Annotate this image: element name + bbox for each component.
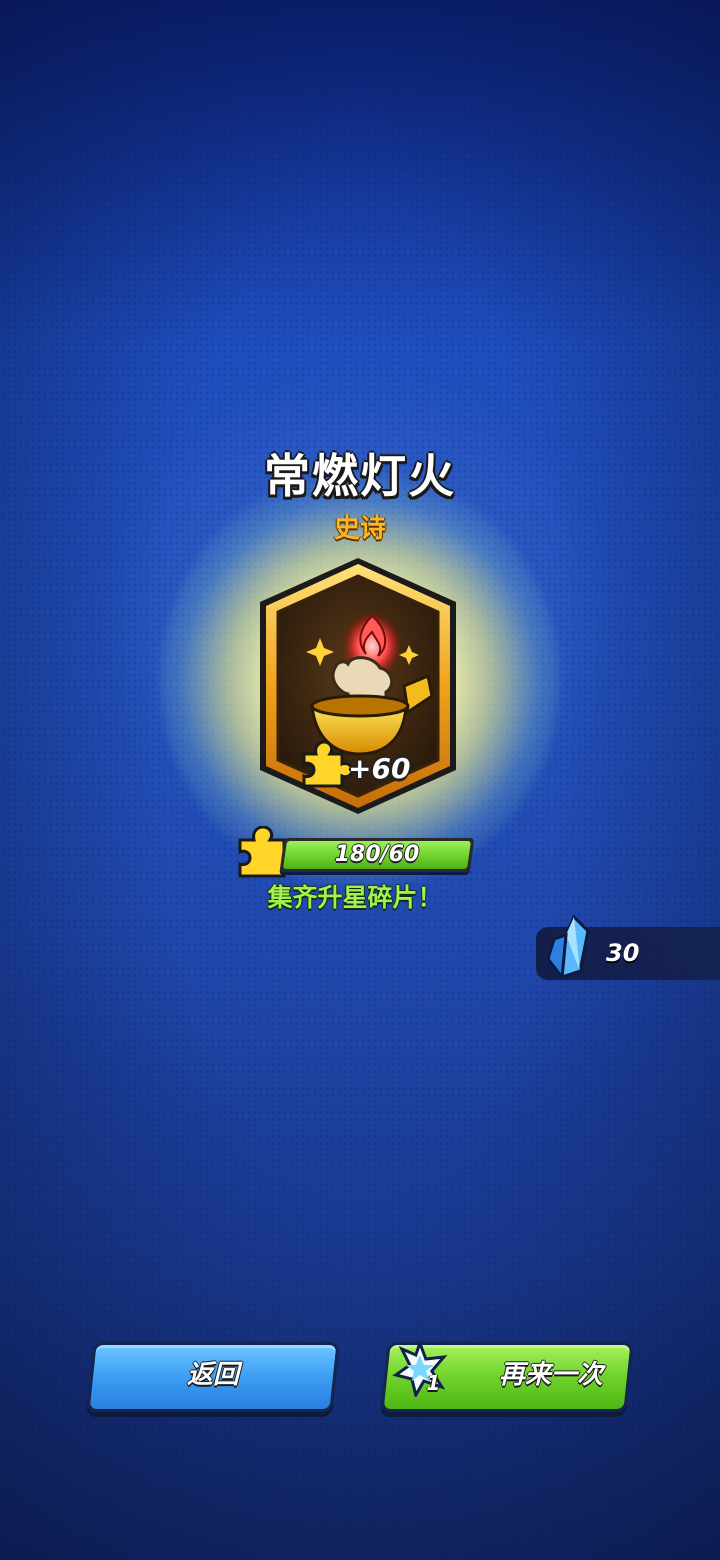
- back-button-label: 返回: [186, 1360, 239, 1390]
- crystal-balance: 30: [536, 915, 720, 980]
- shard-gain-amount: +60: [348, 752, 411, 785]
- crystal-count: 30: [606, 939, 640, 967]
- progress-text: 180/60: [334, 842, 420, 867]
- rarity-label: 史诗: [333, 514, 386, 544]
- collect-hint: 集齐升星碎片！: [267, 883, 443, 912]
- draw-cost: 1: [426, 1371, 441, 1395]
- draw-again-button[interactable]: 1 再来一次: [380, 1341, 634, 1412]
- back-button[interactable]: 返回: [86, 1342, 340, 1412]
- shard-progress-bar: 180/60: [279, 838, 475, 872]
- draw-again-label: 再来一次: [498, 1360, 603, 1390]
- item-title: 常燃灯火: [264, 449, 456, 503]
- blue-crystal-icon: [546, 915, 590, 979]
